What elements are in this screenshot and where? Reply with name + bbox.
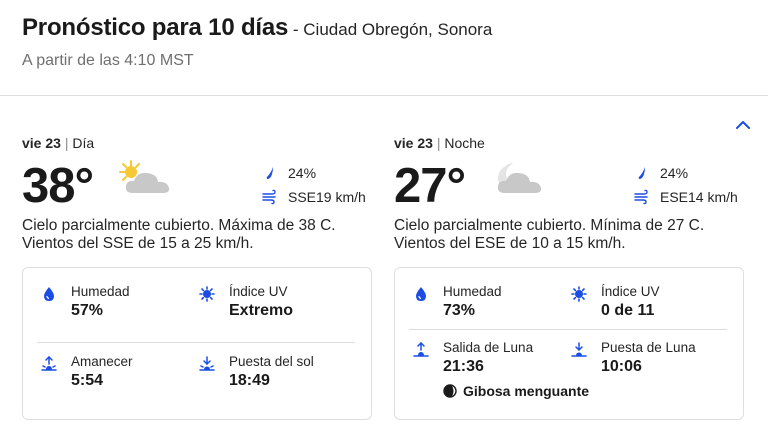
sunrise-icon [41, 356, 57, 371]
sunset-icon [199, 356, 215, 371]
sunrise-label: Amanecer [71, 354, 133, 369]
period-header: vie 23 | Día [22, 135, 95, 151]
rain-chance: 24% [634, 165, 688, 181]
raindrop-icon [266, 167, 273, 179]
uv-index-value: 0 de 11 [601, 302, 655, 319]
uv-index-label: Índice UV [601, 284, 660, 299]
rain-chance-value: 24% [660, 165, 689, 181]
temperature: 27° [394, 159, 466, 213]
details-divider [409, 329, 727, 330]
temperature: 38° [22, 159, 94, 213]
rain-chance: 24% [262, 165, 316, 181]
wind-value: SSE19 km/h [288, 189, 366, 205]
sunset-label: Puesta del sol [229, 354, 314, 369]
page-title: Pronóstico para 10 días [22, 14, 289, 41]
moonrise-value: 21:36 [443, 358, 484, 375]
humidity-value: 73% [443, 302, 476, 319]
moonrise-label: Salida de Luna [443, 340, 534, 355]
uv-index-value: Extremo [229, 302, 294, 319]
sunset-value: 18:49 [229, 372, 270, 389]
partly-cloudy-day-icon [119, 160, 170, 193]
humidity-label: Humedad [443, 284, 502, 299]
humidity-icon [44, 287, 54, 301]
moonrise-icon [413, 342, 429, 357]
wind-icon [634, 189, 648, 205]
moonset-value: 10:06 [601, 358, 642, 375]
humidity-value: 57% [71, 302, 104, 319]
wind-icon [262, 189, 276, 205]
moonset-icon [571, 342, 587, 357]
collapse-button[interactable] [734, 118, 752, 132]
moon-phase-icon [443, 384, 457, 398]
details-divider [37, 342, 355, 343]
chevron-up-icon [736, 121, 750, 129]
raindrop-icon [638, 167, 645, 179]
forecast-narrative: Cielo parcialmente cubierto. Máxima de 3… [22, 217, 336, 252]
moon-phase: Gibosa menguante [443, 383, 589, 399]
header-divider [0, 95, 768, 96]
moon-phase-label: Gibosa menguante [463, 383, 590, 399]
sunrise-value: 5:54 [71, 372, 104, 389]
location-label: - Ciudad Obregón, Sonora [288, 20, 493, 39]
uv-sun-icon [199, 286, 215, 302]
day-label: vie 23 [22, 135, 61, 151]
forecast-narrative: Cielo parcialmente cubierto. Mínima de 2… [394, 217, 705, 252]
rain-chance-value: 24% [288, 165, 317, 181]
uv-sun-icon [571, 286, 587, 302]
title-line: Pronóstico para 10 días - Ciudad Obregón… [22, 14, 746, 42]
uv-index-label: Índice UV [229, 284, 288, 299]
details-card: Humedad 73% Índice UV 0 de 11 Salida de … [394, 267, 744, 420]
humidity-label: Humedad [71, 284, 130, 299]
page-header: Pronóstico para 10 días - Ciudad Obregón… [22, 14, 746, 42]
wind-info: SSE19 km/h [262, 189, 366, 205]
wind-value: ESE14 km/h [660, 189, 738, 205]
period-label: Día [72, 135, 95, 151]
updated-time: A partir de las 4:10 MST [22, 52, 194, 69]
moonset-label: Puesta de Luna [601, 340, 696, 355]
details-card: Humedad 57% Índice UV Extremo Amanecer 5… [22, 267, 372, 420]
humidity-icon [416, 287, 426, 301]
day-label: vie 23 [394, 135, 433, 151]
wind-info: ESE14 km/h [634, 189, 738, 205]
period-header: vie 23 | Noche [394, 135, 485, 151]
period-label: Noche [444, 135, 485, 151]
partly-cloudy-night-icon [497, 163, 542, 193]
